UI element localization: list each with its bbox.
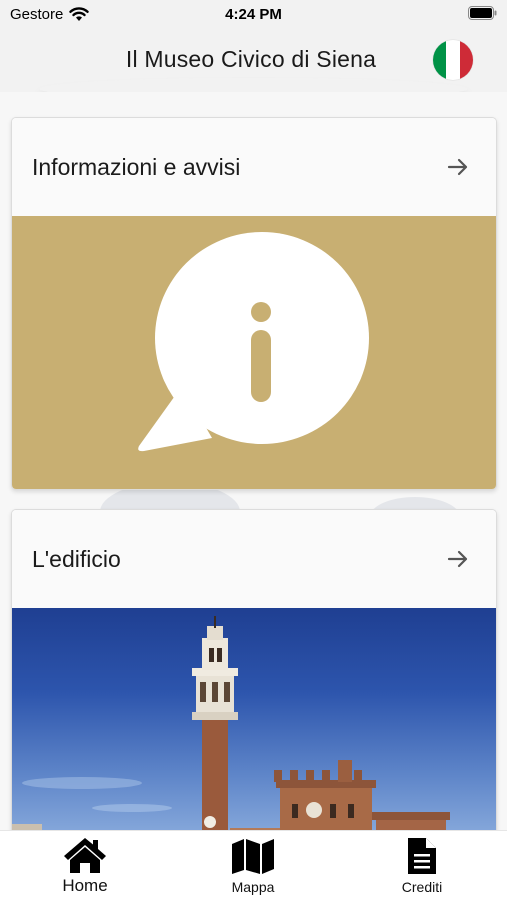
tab-credits[interactable]: Crediti xyxy=(372,831,472,900)
home-icon xyxy=(64,838,106,873)
building-illustration xyxy=(12,616,450,830)
card-title: L'edificio xyxy=(32,546,121,572)
arrow-right-icon xyxy=(447,158,468,176)
card-edificio[interactable]: L'edificio xyxy=(11,509,497,830)
card-header[interactable]: L'edificio xyxy=(12,510,496,608)
status-time: 4:24 PM xyxy=(225,6,282,23)
battery-icon xyxy=(468,6,497,20)
home-content[interactable]: Informazioni e avvisi L'edificio xyxy=(0,92,507,830)
info-speech-bubble-icon xyxy=(138,232,369,452)
tab-bar: Home Mappa Crediti xyxy=(0,830,507,900)
info-media xyxy=(12,216,496,489)
arrow-right-icon xyxy=(447,550,468,568)
tab-label: Crediti xyxy=(401,879,443,895)
palazzo-pubblico-siena-photo xyxy=(12,608,496,830)
tab-map[interactable]: Mappa xyxy=(203,831,303,900)
map-icon xyxy=(232,839,274,874)
card-header[interactable]: Informazioni e avvisi xyxy=(12,118,496,216)
italian-flag-icon[interactable] xyxy=(433,40,473,80)
card-informazioni[interactable]: Informazioni e avvisi xyxy=(11,117,497,490)
card-title: Informazioni e avvisi xyxy=(32,154,241,180)
tab-home[interactable]: Home xyxy=(35,831,135,900)
page-title: Il Museo Civico di Siena xyxy=(125,46,377,72)
status-bar: Gestore 4:24 PM xyxy=(0,0,507,28)
tab-label: Mappa xyxy=(231,879,275,895)
document-icon xyxy=(408,838,436,874)
tab-label: Home xyxy=(62,876,108,895)
